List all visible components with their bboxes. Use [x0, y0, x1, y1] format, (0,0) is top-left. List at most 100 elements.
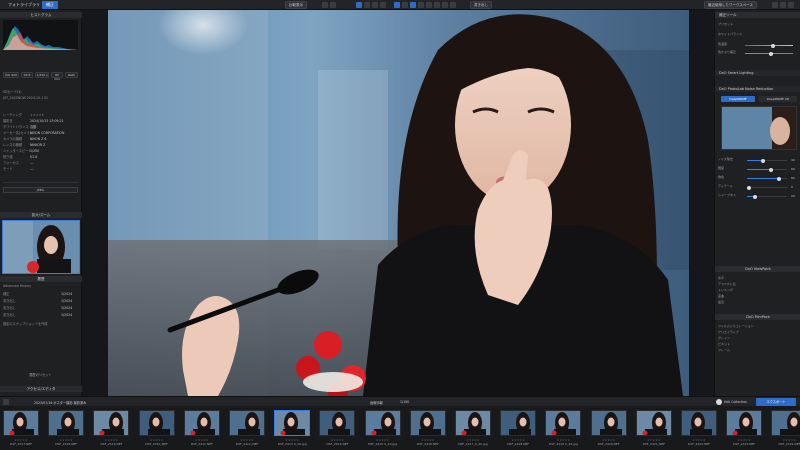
window-icon[interactable] — [788, 2, 794, 8]
history-row[interactable]: 書き出し 1/2024 — [3, 313, 78, 318]
filmstrip-thumbnail[interactable] — [138, 410, 175, 436]
filmstrip-thumbnail[interactable] — [590, 410, 627, 436]
sharpness-slider[interactable] — [747, 194, 787, 199]
tab-develop[interactable]: 補正 — [42, 1, 58, 9]
settings-icon[interactable] — [772, 2, 778, 8]
slider-knob[interactable] — [747, 185, 751, 190]
denoise-slider[interactable] — [747, 158, 787, 163]
slider-knob[interactable] — [761, 158, 765, 163]
folder-path[interactable]: 2023/07/16 ポスター撮影 撮影済み — [34, 400, 86, 405]
film-row[interactable]: ビネット — [718, 342, 798, 347]
filmstrip-thumbnail[interactable] — [48, 410, 85, 436]
wb-temp-slider[interactable] — [745, 43, 793, 48]
filmstrip-thumbnail[interactable] — [681, 410, 717, 436]
loupe-preview[interactable] — [2, 220, 80, 274]
film-row[interactable]: グレイン — [718, 336, 798, 341]
filmstrip-export-button[interactable]: エクスポート — [756, 398, 796, 406]
repair-icon[interactable] — [402, 2, 408, 8]
gps-field[interactable]: JPEG — [3, 187, 78, 193]
hand-icon[interactable] — [426, 2, 432, 8]
geometry-row[interactable]: トリミング — [718, 288, 798, 293]
picker-icon[interactable] — [418, 2, 424, 8]
reset-history-button[interactable]: 履歴のリセット — [3, 372, 78, 378]
collection-icon[interactable] — [716, 399, 722, 405]
history-header[interactable]: 履歴 — [0, 276, 82, 282]
exif-value[interactable]: ★★★★★ — [30, 113, 44, 118]
film-row[interactable]: クリエイティブ — [718, 330, 798, 335]
history-row[interactable]: 補正 1/2024 — [3, 292, 78, 297]
geometry-row[interactable]: アスペクト比 — [718, 282, 798, 287]
filmstrip-thumbnail[interactable] — [409, 410, 446, 436]
deepprime-xd-button[interactable]: DeepPRIME XD — [759, 96, 797, 102]
straighten-icon[interactable] — [364, 2, 370, 8]
slider-value[interactable]: 60 — [791, 167, 795, 171]
filmstrip-thumbnail[interactable] — [455, 410, 491, 436]
slider-value[interactable]: 0 — [791, 185, 793, 189]
grid-icon[interactable] — [442, 2, 448, 8]
tab-photo-library[interactable]: フォトライブラリ — [4, 1, 44, 9]
help-icon[interactable] — [780, 2, 786, 8]
history-row[interactable]: 書き出し 1/2024 — [3, 306, 78, 311]
main-photo-viewer[interactable] — [108, 10, 689, 396]
history-row[interactable]: 書き出し 1/2024 — [3, 299, 78, 304]
wb-section[interactable]: ホワイトバランス — [718, 32, 798, 37]
filmstrip-thumbnail[interactable] — [93, 410, 130, 436]
histogram-header[interactable]: ヒストグラム — [0, 12, 82, 18]
luminance-slider[interactable] — [747, 167, 787, 172]
denoise-preview[interactable] — [721, 106, 797, 150]
local-adjust-icon[interactable] — [394, 2, 400, 8]
filmstrip-thumbnail[interactable] — [726, 410, 763, 436]
viewpoint-section[interactable]: DxO ViewPoint — [715, 266, 800, 272]
denoise-section[interactable]: DxO PhotoLab Noise Reduction — [715, 86, 800, 92]
left-footer[interactable]: アクセス/エディタ — [0, 386, 82, 392]
slider-knob[interactable] — [769, 167, 773, 172]
history-note[interactable]: 既定のスナップショットを作成 — [3, 322, 78, 327]
smart-lighting-section[interactable]: DxO Smart Lighting — [715, 70, 800, 76]
deepprime-button[interactable]: DeepPRIME — [721, 96, 755, 102]
color-noise-slider[interactable] — [747, 176, 787, 181]
presets-row[interactable]: プリセット — [718, 22, 798, 27]
slider-knob[interactable] — [777, 176, 781, 181]
slider-value[interactable]: 20 — [791, 194, 795, 198]
slider-value[interactable]: 40 — [791, 158, 795, 162]
filmstrip-thumbnail[interactable] — [364, 410, 401, 436]
film-row[interactable]: フィルムシミュレーション — [718, 324, 798, 329]
loupe-header[interactable]: 拡大/ズーム — [0, 212, 82, 218]
thumbnail-filename: DSF_2411.NEF — [190, 442, 213, 446]
redo-icon[interactable] — [330, 2, 336, 8]
red-eye-icon[interactable] — [380, 2, 386, 8]
thumbnail-image — [636, 411, 671, 435]
slider-value[interactable]: 80 — [791, 176, 795, 180]
geometry-row[interactable]: 水平 — [718, 276, 798, 281]
zoom-icon[interactable] — [434, 2, 440, 8]
filmstrip-thumbnail[interactable] — [500, 410, 537, 436]
slider-knob[interactable] — [753, 194, 757, 199]
export-button[interactable]: 書き出し — [470, 1, 492, 9]
filmstrip-thumbnail[interactable] — [319, 410, 356, 436]
filmstrip-thumbnail[interactable] — [229, 410, 265, 436]
filmstrip-thumbnail[interactable] — [545, 410, 582, 436]
compare-button[interactable]: 比較表示 — [285, 1, 307, 9]
crop-icon[interactable] — [356, 2, 362, 8]
split-icon[interactable] — [450, 2, 456, 8]
sort-icon[interactable] — [3, 399, 9, 405]
wb-tint-slider[interactable] — [745, 51, 793, 56]
film-row[interactable]: フレーム — [718, 348, 798, 353]
mask-icon[interactable] — [410, 2, 416, 8]
perspective-icon[interactable] — [372, 2, 378, 8]
filmstrip-thumbnail[interactable] — [183, 410, 220, 436]
geometry-row[interactable]: 遠近 — [718, 300, 798, 305]
filmstrip-thumbnail[interactable] — [771, 410, 800, 436]
filmpack-section[interactable]: DxO FilmPack — [715, 314, 800, 320]
filmstrip-thumbnail[interactable] — [274, 410, 311, 436]
workspace-button[interactable]: 最近使用したワークスペース — [704, 1, 757, 9]
geometry-row[interactable]: 歪曲 — [718, 294, 798, 299]
wb-tint-knob[interactable] — [769, 51, 773, 56]
filmstrip-thumbnail[interactable] — [635, 410, 672, 436]
detail-slider[interactable] — [747, 185, 787, 190]
undo-icon[interactable] — [322, 2, 328, 8]
adjustments-header[interactable]: 補正ツール — [715, 12, 800, 18]
collection-label[interactable]: Hdk Collection — [724, 400, 747, 404]
wb-temp-knob[interactable] — [771, 43, 775, 48]
filmstrip-thumbnail[interactable] — [3, 410, 39, 436]
